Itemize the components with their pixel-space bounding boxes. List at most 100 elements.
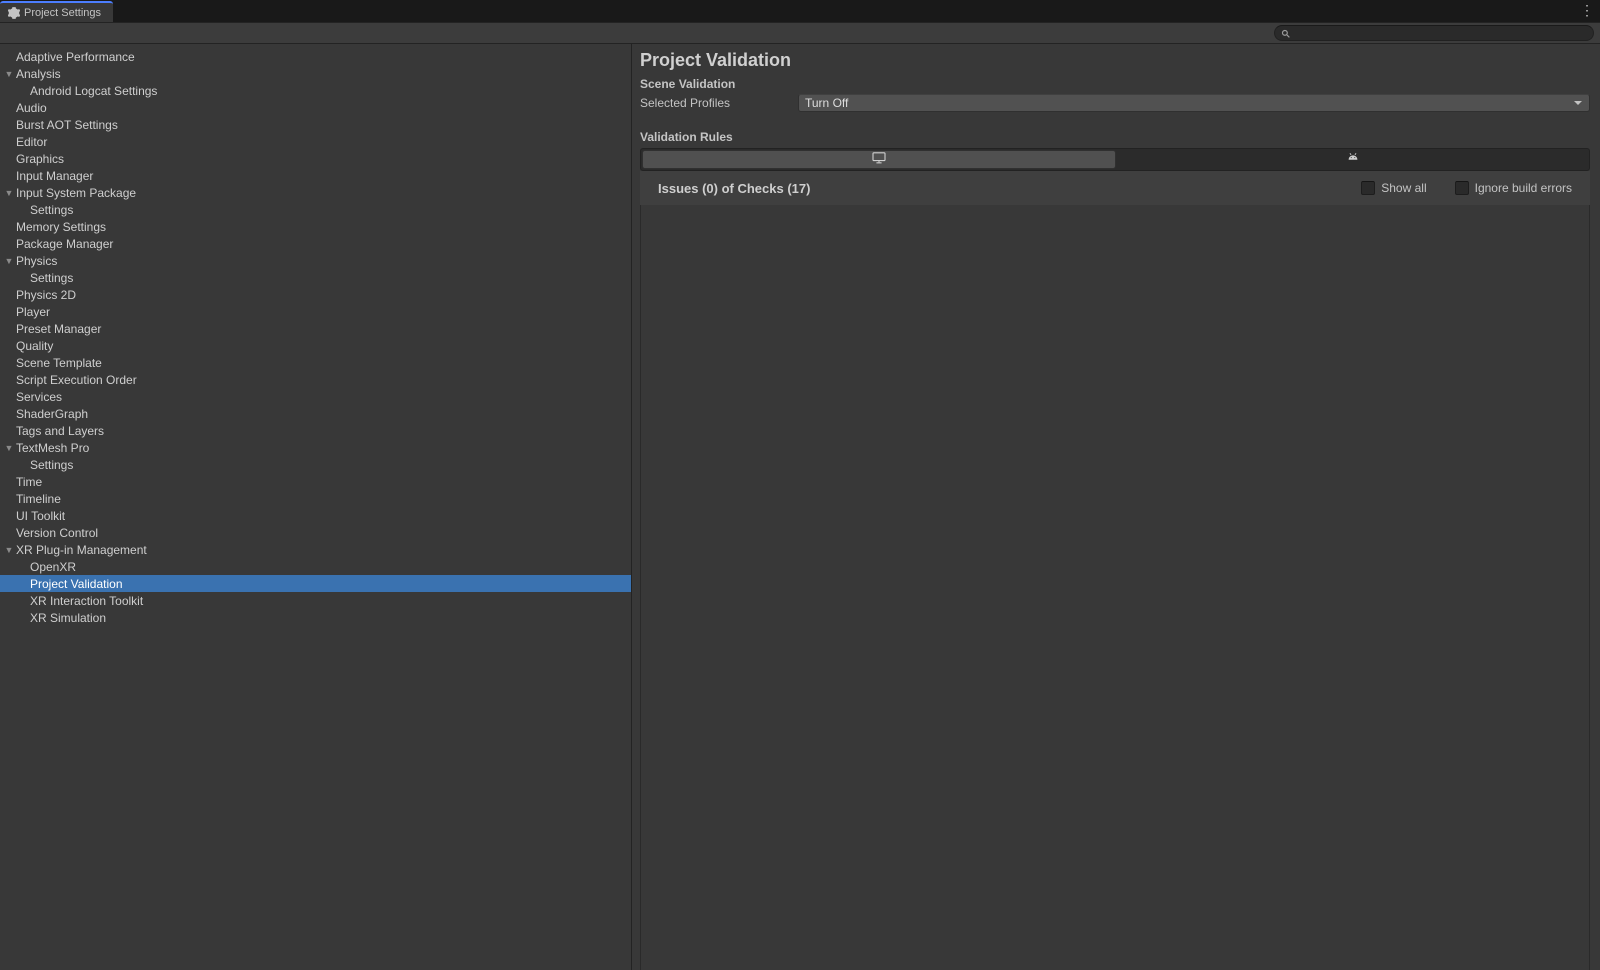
- sidebar-item-label: Settings: [30, 458, 73, 472]
- sidebar-item-script-execution-order[interactable]: Script Execution Order: [0, 371, 631, 388]
- sidebar-item-label: Player: [16, 305, 50, 319]
- sidebar-item-project-validation[interactable]: Project Validation: [0, 575, 631, 592]
- sidebar-item-label: Project Validation: [30, 577, 123, 591]
- window-menu-button[interactable]: ⋮: [1580, 3, 1594, 17]
- sidebar-item-input-system-package[interactable]: ▼Input System Package: [0, 184, 631, 201]
- sidebar-item-input-manager[interactable]: Input Manager: [0, 167, 631, 184]
- main-split: Adaptive Performance▼AnalysisAndroid Log…: [0, 44, 1600, 970]
- sidebar-item-version-control[interactable]: Version Control: [0, 524, 631, 541]
- sidebar-item-label: Adaptive Performance: [16, 50, 135, 64]
- chevron-down-icon[interactable]: ▼: [4, 256, 14, 266]
- content-panel: Project Validation Scene Validation Sele…: [632, 44, 1600, 970]
- sidebar-item-label: Preset Manager: [16, 322, 101, 336]
- sidebar-item-label: Physics: [16, 254, 57, 268]
- sidebar-item-android-logcat-settings[interactable]: Android Logcat Settings: [0, 82, 631, 99]
- sidebar-item-graphics[interactable]: Graphics: [0, 150, 631, 167]
- selected-profiles-value: Turn Off: [805, 96, 848, 110]
- sidebar-item-label: Scene Template: [16, 356, 102, 370]
- ignore-build-errors-checkbox[interactable]: [1455, 181, 1469, 195]
- sidebar-item-label: Package Manager: [16, 237, 113, 251]
- sidebar-item-label: TextMesh Pro: [16, 441, 89, 455]
- sidebar-item-label: Analysis: [16, 67, 61, 81]
- sidebar-item-label: XR Plug-in Management: [16, 543, 147, 557]
- sidebar-item-player[interactable]: Player: [0, 303, 631, 320]
- sidebar-item-settings[interactable]: Settings: [0, 456, 631, 473]
- search-input-wrapper[interactable]: [1274, 25, 1594, 41]
- sidebar-item-label: Timeline: [16, 492, 61, 506]
- sidebar-item-label: Settings: [30, 271, 73, 285]
- sidebar-item-label: Tags and Layers: [16, 424, 104, 438]
- sidebar-item-package-manager[interactable]: Package Manager: [0, 235, 631, 252]
- sidebar-item-label: Memory Settings: [16, 220, 106, 234]
- sidebar-item-quality[interactable]: Quality: [0, 337, 631, 354]
- sidebar-item-shadergraph[interactable]: ShaderGraph: [0, 405, 631, 422]
- sidebar-item-audio[interactable]: Audio: [0, 99, 631, 116]
- sidebar-item-scene-template[interactable]: Scene Template: [0, 354, 631, 371]
- sidebar-item-memory-settings[interactable]: Memory Settings: [0, 218, 631, 235]
- sidebar-item-openxr[interactable]: OpenXR: [0, 558, 631, 575]
- issues-list: [640, 205, 1590, 970]
- sidebar-item-xr-simulation[interactable]: XR Simulation: [0, 609, 631, 626]
- validation-rules-label: Validation Rules: [640, 130, 1590, 144]
- sidebar-item-editor[interactable]: Editor: [0, 133, 631, 150]
- sidebar-item-label: Android Logcat Settings: [30, 84, 157, 98]
- sidebar-item-preset-manager[interactable]: Preset Manager: [0, 320, 631, 337]
- tab-project-settings[interactable]: Project Settings: [0, 1, 113, 22]
- sidebar-item-time[interactable]: Time: [0, 473, 631, 490]
- chevron-down-icon[interactable]: ▼: [4, 545, 14, 555]
- search-input[interactable]: [1295, 27, 1587, 39]
- sidebar-item-label: Graphics: [16, 152, 64, 166]
- search-icon: [1281, 28, 1291, 38]
- settings-sidebar[interactable]: Adaptive Performance▼AnalysisAndroid Log…: [0, 44, 632, 970]
- sidebar-item-adaptive-performance[interactable]: Adaptive Performance: [0, 48, 631, 65]
- sidebar-item-physics-2d[interactable]: Physics 2D: [0, 286, 631, 303]
- selected-profiles-label: Selected Profiles: [640, 96, 798, 110]
- sidebar-item-label: OpenXR: [30, 560, 76, 574]
- issues-bar: Issues (0) of Checks (17) Show all Ignor…: [640, 171, 1590, 205]
- sidebar-item-settings[interactable]: Settings: [0, 269, 631, 286]
- sidebar-item-ui-toolkit[interactable]: UI Toolkit: [0, 507, 631, 524]
- selected-profiles-dropdown[interactable]: Turn Off: [798, 94, 1590, 112]
- sidebar-item-settings[interactable]: Settings: [0, 201, 631, 218]
- sidebar-item-label: Input Manager: [16, 169, 93, 183]
- platform-tabs: [640, 148, 1590, 171]
- show-all-checkbox[interactable]: [1361, 181, 1375, 195]
- tab-label: Project Settings: [24, 7, 101, 19]
- sidebar-item-xr-interaction-toolkit[interactable]: XR Interaction Toolkit: [0, 592, 631, 609]
- sidebar-item-label: Settings: [30, 203, 73, 217]
- sidebar-item-label: Burst AOT Settings: [16, 118, 118, 132]
- platform-tab-standalone[interactable]: [642, 150, 1116, 169]
- sidebar-item-physics[interactable]: ▼Physics: [0, 252, 631, 269]
- sidebar-item-label: ShaderGraph: [16, 407, 88, 421]
- chevron-down-icon[interactable]: ▼: [4, 188, 14, 198]
- sidebar-item-label: Editor: [16, 135, 47, 149]
- chevron-down-icon[interactable]: ▼: [4, 443, 14, 453]
- sidebar-item-textmesh-pro[interactable]: ▼TextMesh Pro: [0, 439, 631, 456]
- ignore-build-errors-group: Ignore build errors: [1455, 181, 1572, 195]
- monitor-icon: [872, 152, 886, 167]
- sidebar-item-tags-and-layers[interactable]: Tags and Layers: [0, 422, 631, 439]
- sidebar-item-burst-aot-settings[interactable]: Burst AOT Settings: [0, 116, 631, 133]
- platform-tab-android[interactable]: [1117, 149, 1589, 170]
- sidebar-item-label: Time: [16, 475, 42, 489]
- sidebar-item-label: UI Toolkit: [16, 509, 65, 523]
- show-all-group: Show all: [1361, 181, 1426, 195]
- sidebar-item-label: Services: [16, 390, 62, 404]
- gear-icon: [8, 7, 20, 19]
- chevron-down-icon[interactable]: ▼: [4, 69, 14, 79]
- tab-bar: Project Settings ⋮: [0, 0, 1600, 22]
- sidebar-item-label: Audio: [16, 101, 47, 115]
- selected-profiles-row: Selected Profiles Turn Off: [640, 94, 1590, 112]
- sidebar-item-analysis[interactable]: ▼Analysis: [0, 65, 631, 82]
- sidebar-item-label: XR Interaction Toolkit: [30, 594, 143, 608]
- scene-validation-label: Scene Validation: [640, 77, 1590, 91]
- sidebar-item-label: Quality: [16, 339, 53, 353]
- sidebar-item-label: Input System Package: [16, 186, 136, 200]
- sidebar-item-label: Physics 2D: [16, 288, 76, 302]
- sidebar-item-xr-plug-in-management[interactable]: ▼XR Plug-in Management: [0, 541, 631, 558]
- sidebar-item-timeline[interactable]: Timeline: [0, 490, 631, 507]
- sidebar-item-services[interactable]: Services: [0, 388, 631, 405]
- android-icon: [1346, 152, 1360, 167]
- page-title: Project Validation: [640, 50, 1590, 71]
- issues-count-text: Issues (0) of Checks (17): [658, 181, 1333, 196]
